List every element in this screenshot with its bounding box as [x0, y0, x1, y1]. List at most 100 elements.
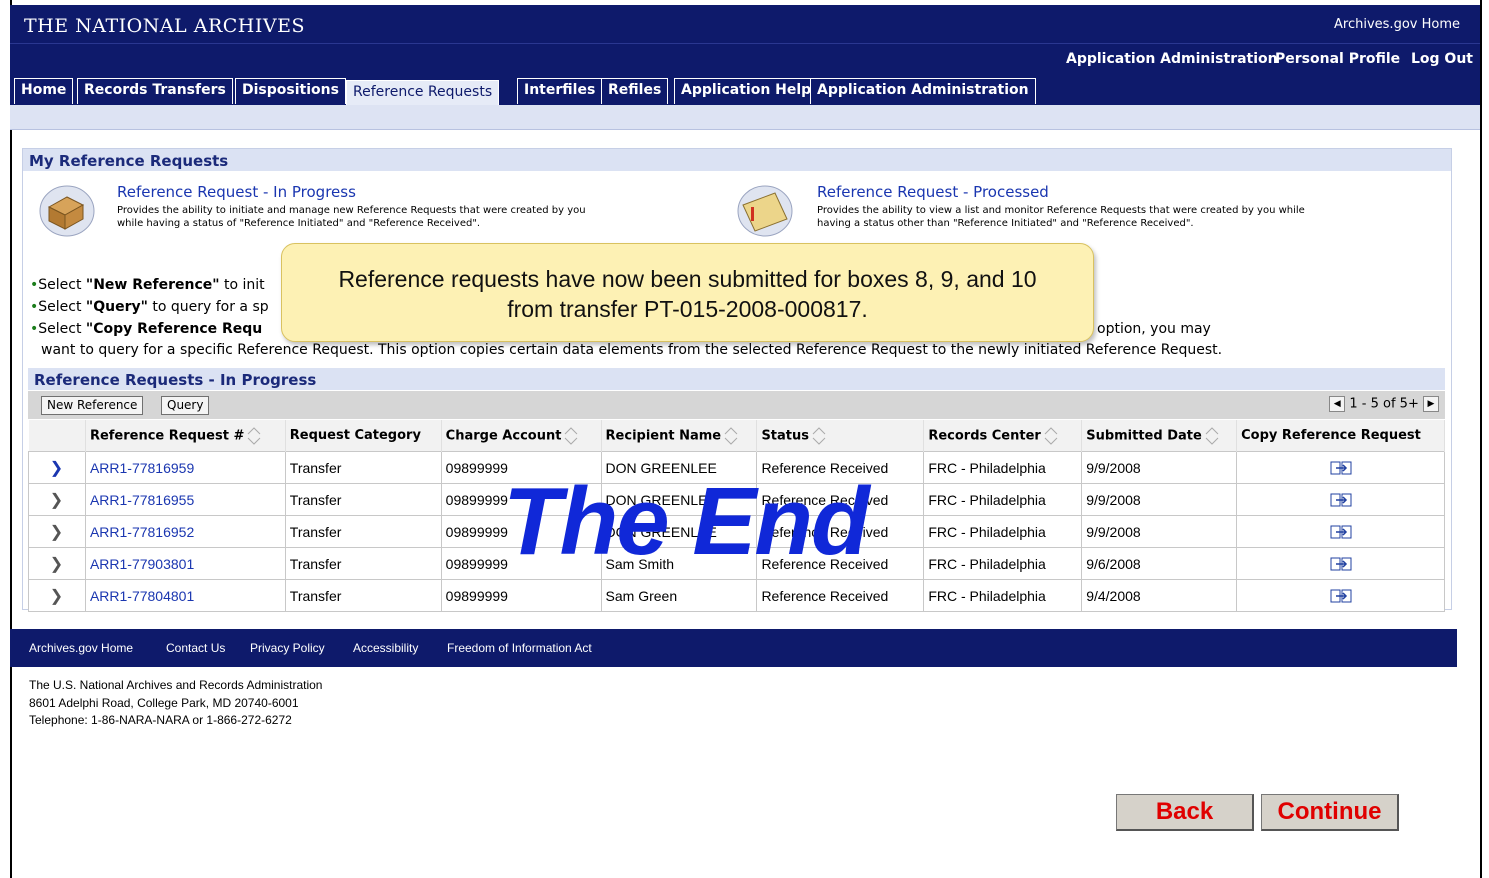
reference-request-link[interactable]: ARR1-77903801 — [84, 547, 286, 580]
in-progress-desc-2: while having a status of "Reference Init… — [117, 218, 481, 229]
col-submitted-date[interactable]: Submitted Date — [1081, 420, 1238, 452]
request-category-cell: Transfer — [284, 483, 442, 516]
col-select — [28, 420, 86, 452]
continue-button[interactable]: Continue — [1261, 794, 1399, 831]
col-copy-reference-request: Copy Reference Request — [1236, 420, 1445, 452]
copy-cell — [1236, 579, 1445, 612]
reference-request-link[interactable]: ARR1-77816952 — [84, 515, 286, 548]
row-expand-icon[interactable]: ❯ — [28, 515, 86, 548]
tab-application-help[interactable]: Application Help — [674, 78, 819, 104]
records-center-cell: FRC - Philadelphia — [923, 547, 1083, 580]
table-row[interactable]: ❯ ARR1-77804801 Transfer 09899999 Sam Gr… — [28, 579, 1445, 612]
pager-text: 1 - 5 of 5+ — [1349, 396, 1419, 412]
tab-home[interactable]: Home — [14, 78, 74, 104]
col-charge-account[interactable]: Charge Account — [441, 420, 602, 452]
util-link-personal-profile[interactable]: Personal Profile — [1275, 51, 1400, 67]
boxes-icon — [39, 185, 95, 237]
col-reference-request[interactable]: Reference Request # — [85, 420, 286, 452]
in-progress-desc-1: Provides the ability to initiate and man… — [117, 205, 586, 216]
footer-link-archives-home[interactable]: Archives.gov Home — [29, 641, 133, 655]
in-progress-link[interactable]: Reference Request - In Progress — [117, 183, 356, 201]
col-records-center[interactable]: Records Center — [923, 420, 1083, 452]
the-end-overlay: The End — [503, 468, 870, 575]
copy-cell — [1236, 451, 1445, 484]
row-expand-icon[interactable]: ❯ — [28, 547, 86, 580]
tab-interfiles[interactable]: Interfiles — [517, 78, 603, 104]
sort-icon[interactable] — [247, 426, 261, 445]
footer-link-accessibility[interactable]: Accessibility — [353, 641, 418, 655]
submitted-date-cell: 9/6/2008 — [1081, 547, 1238, 580]
submitted-date-cell: 9/9/2008 — [1081, 483, 1238, 516]
copy-document-icon[interactable] — [1330, 589, 1354, 603]
tab-records-transfers[interactable]: Records Transfers — [77, 78, 233, 104]
util-link-log-out[interactable]: Log Out — [1411, 51, 1473, 67]
sort-icon[interactable] — [812, 426, 826, 445]
footer-address-line: 8601 Adelphi Road, College Park, MD 2074… — [29, 696, 299, 710]
request-category-cell: Transfer — [284, 515, 442, 548]
request-category-cell: Transfer — [284, 547, 442, 580]
prev-page-icon[interactable]: ◀ — [1329, 396, 1346, 412]
top-banner: THE NATIONAL ARCHIVES Archives.gov Home — [10, 5, 1480, 43]
footer-address-line: Telephone: 1-86-NARA-NARA or 1-866-272-6… — [29, 713, 292, 727]
col-status[interactable]: Status — [756, 420, 925, 452]
new-reference-button[interactable]: New Reference — [41, 396, 144, 415]
footer-link-foia[interactable]: Freedom of Information Act — [447, 641, 592, 655]
sort-icon[interactable] — [724, 426, 738, 445]
sort-icon[interactable] — [1205, 426, 1219, 445]
archives-home-link[interactable]: Archives.gov Home — [1334, 17, 1460, 32]
records-center-cell: FRC - Philadelphia — [923, 483, 1083, 516]
instruction-new-reference: •Select "New Reference" to init — [30, 277, 265, 293]
util-link-application-administration[interactable]: Application Administration — [1066, 51, 1278, 67]
reference-request-link[interactable]: ARR1-77804801 — [84, 579, 286, 612]
panel-header: My Reference Requests — [23, 149, 1451, 171]
instruction-copy-tail: option, you may — [1097, 321, 1211, 337]
processed-link[interactable]: Reference Request - Processed — [817, 183, 1049, 201]
reference-request-link[interactable]: ARR1-77816955 — [84, 483, 286, 516]
grid-header: Reference Requests - In Progress — [28, 368, 1445, 390]
reference-request-link[interactable]: ARR1-77816959 — [84, 451, 286, 484]
query-button[interactable]: Query — [161, 396, 210, 415]
back-button[interactable]: Back — [1116, 794, 1254, 831]
sort-icon[interactable] — [1044, 426, 1058, 445]
records-center-cell: FRC - Philadelphia — [923, 515, 1083, 548]
panel-title: My Reference Requests — [29, 152, 229, 170]
processed-desc-1: Provides the ability to view a list and … — [817, 205, 1305, 216]
instruction-copy-detail: want to query for a specific Reference R… — [41, 342, 1223, 358]
sub-nav-bar — [10, 105, 1480, 130]
copy-document-icon[interactable] — [1330, 461, 1354, 475]
tab-application-administration[interactable]: Application Administration — [810, 78, 1036, 104]
col-request-category: Request Category — [285, 420, 442, 452]
grid-toolbar: New Reference Query ◀ 1 - 5 of 5+ ▶ — [28, 391, 1445, 419]
agency-title: THE NATIONAL ARCHIVES — [24, 15, 305, 37]
sort-icon[interactable] — [564, 426, 578, 445]
charge-account-cell: 09899999 — [440, 579, 602, 612]
submitted-date-cell: 9/9/2008 — [1081, 515, 1238, 548]
records-center-cell: FRC - Philadelphia — [923, 451, 1083, 484]
copy-cell — [1236, 483, 1445, 516]
footer-link-privacy-policy[interactable]: Privacy Policy — [250, 641, 325, 655]
tab-dispositions[interactable]: Dispositions — [235, 78, 346, 104]
request-category-cell: Transfer — [284, 579, 442, 612]
footer-link-contact-us[interactable]: Contact Us — [166, 641, 225, 655]
pager: ◀ 1 - 5 of 5+ ▶ — [1329, 396, 1439, 412]
next-page-icon[interactable]: ▶ — [1423, 396, 1439, 412]
row-expand-icon[interactable]: ❯ — [28, 579, 86, 612]
request-category-cell: Transfer — [284, 451, 442, 484]
col-recipient-name[interactable]: Recipient Name — [601, 420, 758, 452]
main-nav: Home Records Transfers Dispositions Refe… — [10, 72, 1480, 105]
table-header-row: Reference Request # Request Category Cha… — [28, 420, 1445, 452]
tab-refiles[interactable]: Refiles — [601, 78, 669, 104]
folder-icon — [737, 185, 793, 237]
grid-title: Reference Requests - In Progress — [34, 371, 317, 389]
recipient-name-cell: Sam Green — [600, 579, 758, 612]
footer-bar: Archives.gov Home Contact Us Privacy Pol… — [10, 629, 1457, 667]
processed-desc-2: having a status other than "Reference In… — [817, 218, 1194, 229]
copy-document-icon[interactable] — [1330, 493, 1354, 507]
tab-reference-requests[interactable]: Reference Requests — [346, 80, 500, 105]
copy-document-icon[interactable] — [1330, 557, 1354, 571]
row-expand-icon[interactable]: ❯ — [28, 483, 86, 516]
row-expand-icon[interactable]: ❯ — [28, 451, 86, 484]
copy-document-icon[interactable] — [1330, 525, 1354, 539]
utility-bar: Application Administration Personal Prof… — [10, 43, 1480, 73]
submitted-date-cell: 9/9/2008 — [1081, 451, 1238, 484]
